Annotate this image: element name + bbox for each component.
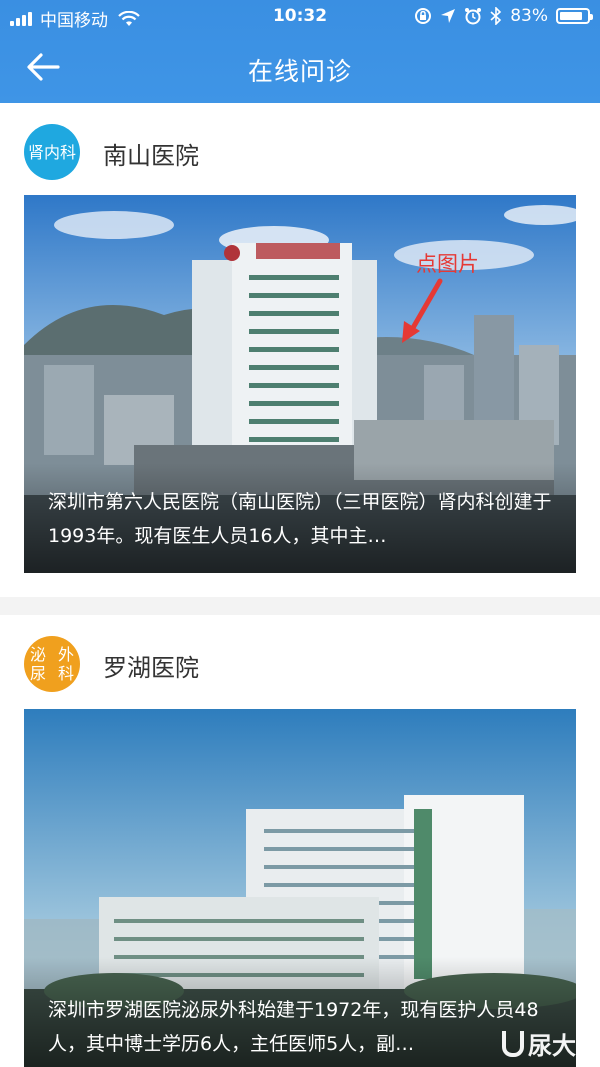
hospital-name: 南山医院 [103,142,199,170]
bluetooth-icon [490,7,502,25]
page-title: 在线问诊 [247,57,352,86]
top-bar: 中国移动 10:32 83% 在线问诊 [0,0,600,103]
department-badge: 泌尿 外科 [24,636,80,692]
hospital-photo[interactable]: 深圳市罗湖医院泌尿外科始建于1972年，现有医护人员48人，其中博士学历6人，主… [24,709,576,1067]
hospital-description: 深圳市第六人民医院（南山医院）（三甲医院）肾内科创建于1993年。现有医生人员1… [48,491,552,547]
battery-percent: 83% [510,6,548,26]
department-label-line1: 泌尿 [29,645,46,683]
watermark-text: 尿大夫 [528,1032,600,1060]
location-icon [441,9,456,23]
hospital-card[interactable]: 肾内科 南山医院 深圳市第六人民医院（南山医院）（三甲医院）肾内科创建于1993… [0,103,600,597]
battery-icon [556,8,593,24]
hospital-card[interactable]: 泌尿 外科 罗湖医院 深圳市罗湖医院泌尿外科始建于1972年，现有医护人员48人… [0,615,600,1067]
department-badge: 肾内科 [24,124,80,180]
status-bar: 中国移动 10:32 83% [0,0,600,34]
watermark-u-mark [502,1030,524,1057]
hospital-name: 罗湖医院 [103,654,199,682]
hospital-description: 深圳市罗湖医院泌尿外科始建于1972年，现有医护人员48人，其中博士学历6人，主… [48,999,539,1055]
department-label-line2: 外科 [57,645,74,683]
watermark-logo: 尿大夫 [502,1026,600,1061]
hospital-photo[interactable]: 深圳市第六人民医院（南山医院）（三甲医院）肾内科创建于1993年。现有医生人员1… [24,195,576,573]
click-image-hint: 点图片 [416,252,479,276]
orientation-lock-icon [415,8,432,24]
hint-arrow-icon [402,278,443,343]
nav-bar: 在线问诊 [0,34,600,103]
alarm-icon [465,8,482,25]
